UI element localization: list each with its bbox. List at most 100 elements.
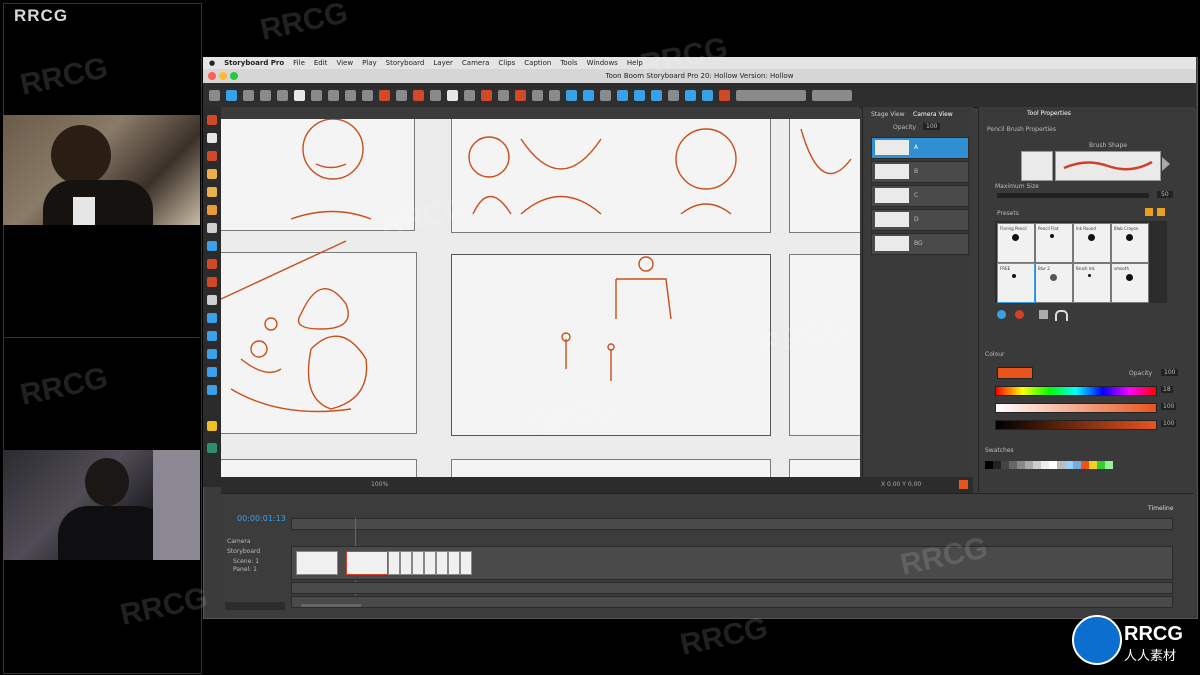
record-audio-icon[interactable] <box>719 89 730 101</box>
transform-icon[interactable] <box>277 89 288 101</box>
text-tool-icon[interactable] <box>207 223 217 233</box>
menu-edit[interactable]: Edit <box>314 59 328 67</box>
value-slider[interactable] <box>995 420 1157 430</box>
play-icon[interactable] <box>532 89 543 101</box>
swatch[interactable] <box>993 461 1001 469</box>
onion-skin-icon[interactable] <box>379 89 390 101</box>
smoothing-icon[interactable] <box>1039 310 1048 319</box>
swatch[interactable] <box>1081 461 1089 469</box>
brush-tool-icon[interactable] <box>207 151 217 161</box>
zoom-tool-icon[interactable] <box>207 385 217 395</box>
morph-tool-icon[interactable] <box>207 367 217 377</box>
camera-move-icon[interactable] <box>617 89 628 101</box>
panel-thumbnail[interactable] <box>388 551 400 575</box>
menu-tools[interactable]: Tools <box>560 59 577 67</box>
zoom-in-icon[interactable] <box>345 89 356 101</box>
menu-clips[interactable]: Clips <box>498 59 515 67</box>
facebook-share-icon[interactable] <box>549 89 560 101</box>
max-size-slider[interactable] <box>997 193 1149 198</box>
hue-field[interactable]: 18 <box>1161 386 1173 393</box>
layer-row[interactable]: D <box>871 209 969 231</box>
dropper-tool-icon[interactable] <box>207 295 217 305</box>
maximize-window-button[interactable] <box>230 72 238 80</box>
text-icon[interactable] <box>447 89 458 101</box>
pointer-tool-icon[interactable] <box>207 133 217 143</box>
flip-icon[interactable] <box>413 89 424 101</box>
transform-tool-icon[interactable] <box>207 313 217 323</box>
swatch[interactable] <box>1057 461 1065 469</box>
brush-tool-icon[interactable] <box>226 89 237 101</box>
menu-icon[interactable] <box>209 89 220 101</box>
preset-settings-icon[interactable] <box>1157 208 1165 216</box>
lightbulb-icon[interactable] <box>207 421 217 431</box>
menu-layer[interactable]: Layer <box>433 59 453 67</box>
minimize-window-button[interactable] <box>219 72 227 80</box>
menu-app[interactable]: Storyboard Pro <box>224 59 284 67</box>
camera-rotate-icon[interactable] <box>634 89 645 101</box>
value-field[interactable]: 100 <box>1161 420 1177 427</box>
camera-tool-icon[interactable] <box>207 349 217 359</box>
colour-swatch-icon[interactable] <box>207 443 217 453</box>
rotate-icon[interactable] <box>430 89 441 101</box>
timeline-controls[interactable] <box>225 602 285 610</box>
layer-row-selected[interactable]: A <box>871 137 969 159</box>
menu-file[interactable]: File <box>293 59 305 67</box>
saturation-field[interactable]: 100 <box>1161 403 1177 410</box>
panel-thumbnail[interactable] <box>400 551 412 575</box>
menu-caption[interactable]: Caption <box>524 59 551 67</box>
audio-track[interactable] <box>291 596 1173 608</box>
saturation-slider[interactable] <box>995 403 1157 413</box>
record-icon[interactable] <box>481 89 492 101</box>
swatch[interactable] <box>1041 461 1049 469</box>
swatch[interactable] <box>1049 461 1057 469</box>
eraser-tool-icon[interactable] <box>207 187 217 197</box>
storyboard-track[interactable] <box>291 546 1173 580</box>
swatch[interactable] <box>1033 461 1041 469</box>
3d-view-icon[interactable] <box>566 89 577 101</box>
preset-item[interactable]: Blur 2 <box>1035 263 1073 303</box>
fps-dropdown[interactable] <box>812 89 852 101</box>
swatch[interactable] <box>1009 461 1017 469</box>
tab-tool-properties[interactable]: Tool Properties <box>1027 110 1071 117</box>
layer-row[interactable]: C <box>871 185 969 207</box>
layer-row[interactable]: B <box>871 161 969 183</box>
loop-icon[interactable] <box>702 89 713 101</box>
swatch[interactable] <box>1073 461 1081 469</box>
rotate-tool-icon[interactable] <box>207 331 217 341</box>
snap-icon[interactable] <box>668 89 679 101</box>
swatch[interactable] <box>1089 461 1097 469</box>
swatch[interactable] <box>1025 461 1033 469</box>
speaker-icon[interactable] <box>685 89 696 101</box>
hue-slider[interactable] <box>995 386 1157 396</box>
panel-thumbnail[interactable] <box>460 551 472 575</box>
magnet-icon[interactable] <box>1055 310 1068 321</box>
select-tool-icon[interactable] <box>207 115 217 125</box>
tab-camera-view[interactable]: Camera View <box>913 109 953 120</box>
opacity-field[interactable]: 100 <box>923 123 941 130</box>
layer-row[interactable]: BG <box>871 233 969 255</box>
swatch[interactable] <box>1065 461 1073 469</box>
swatch[interactable] <box>985 461 993 469</box>
swatch[interactable] <box>1105 461 1113 469</box>
playback-slider-icon[interactable] <box>736 89 806 101</box>
panel-thumbnail[interactable] <box>412 551 424 575</box>
shape-tool-icon[interactable] <box>207 259 217 269</box>
menu-camera[interactable]: Camera <box>462 59 489 67</box>
paint-tool-icon[interactable] <box>207 205 217 215</box>
time-ruler[interactable] <box>291 518 1173 530</box>
chevron-right-icon[interactable] <box>1162 157 1170 171</box>
timeline-zoom-slider[interactable] <box>301 604 361 607</box>
menu-play[interactable]: Play <box>362 59 377 67</box>
audio-track[interactable] <box>291 582 1173 594</box>
panel-thumbnail[interactable] <box>296 551 338 575</box>
swatch[interactable] <box>1017 461 1025 469</box>
colour-opacity-field[interactable]: 100 <box>1161 369 1179 376</box>
max-size-field[interactable]: 50 <box>1157 191 1173 198</box>
sound-icon[interactable] <box>515 89 526 101</box>
line-tool-icon[interactable] <box>207 277 217 287</box>
zoom-out-icon[interactable] <box>362 89 373 101</box>
panel-thumbnail[interactable] <box>436 551 448 575</box>
brush-stroke-preview[interactable] <box>1055 151 1161 181</box>
panel-thumbnail[interactable] <box>448 551 460 575</box>
camera-icon[interactable] <box>498 89 509 101</box>
